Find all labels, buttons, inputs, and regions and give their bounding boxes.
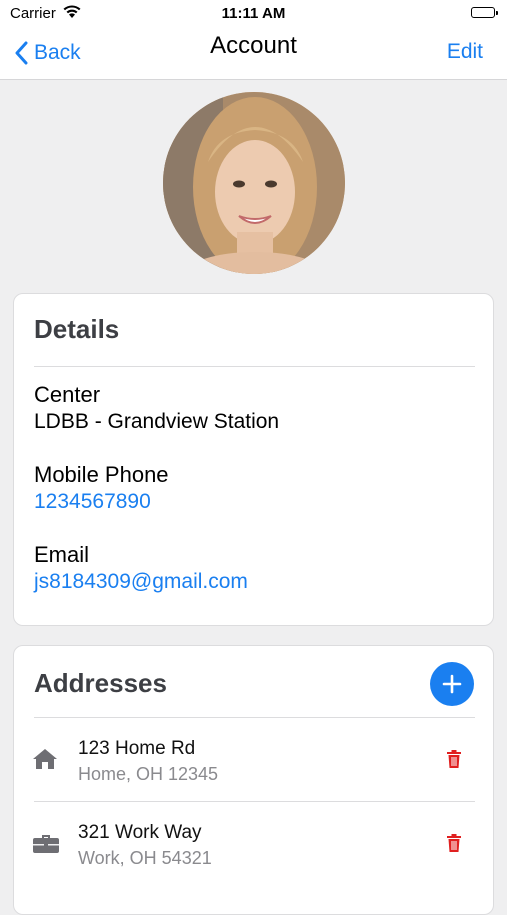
email-label: Email xyxy=(34,542,90,567)
edit-button[interactable]: Edit xyxy=(447,40,483,64)
address-line2: Home, OH 12345 xyxy=(78,764,219,784)
details-heading: Details xyxy=(34,314,120,344)
status-bar: Carrier 11:11 AM xyxy=(0,0,507,28)
status-time: 11:11 AM xyxy=(221,5,286,22)
navigation-bar: Back Account Edit xyxy=(0,28,507,80)
address-line1: 321 Work Way xyxy=(78,822,202,843)
details-divider xyxy=(34,366,475,367)
details-card: Details Center LDBB - Grandview Station … xyxy=(13,293,494,626)
plus-icon xyxy=(442,674,462,694)
briefcase-icon xyxy=(32,832,60,859)
mobile-phone-link[interactable]: 1234567890 xyxy=(34,490,151,514)
avatar[interactable] xyxy=(163,92,345,274)
list-item[interactable]: 321 Work Way Work, OH 54321 xyxy=(14,802,493,884)
center-value: LDBB - Grandview Station xyxy=(34,410,280,433)
email-link[interactable]: js8184309@gmail.com xyxy=(34,570,248,594)
address-line2: Work, OH 54321 xyxy=(78,848,212,868)
center-label: Center xyxy=(34,382,101,407)
addresses-heading: Addresses xyxy=(34,668,167,698)
address-line1: 123 Home Rd xyxy=(78,738,196,759)
home-icon xyxy=(32,748,58,775)
battery-icon xyxy=(471,7,498,18)
list-item[interactable]: 123 Home Rd Home, OH 12345 xyxy=(14,718,493,800)
trash-icon[interactable] xyxy=(446,749,462,774)
trash-icon[interactable] xyxy=(446,833,462,858)
page-title: Account xyxy=(210,32,297,59)
mobile-phone-label: Mobile Phone xyxy=(34,462,169,487)
add-address-button[interactable] xyxy=(430,662,474,706)
addresses-card: Addresses 123 Home Rd Home, OH 12345 321… xyxy=(13,645,494,915)
